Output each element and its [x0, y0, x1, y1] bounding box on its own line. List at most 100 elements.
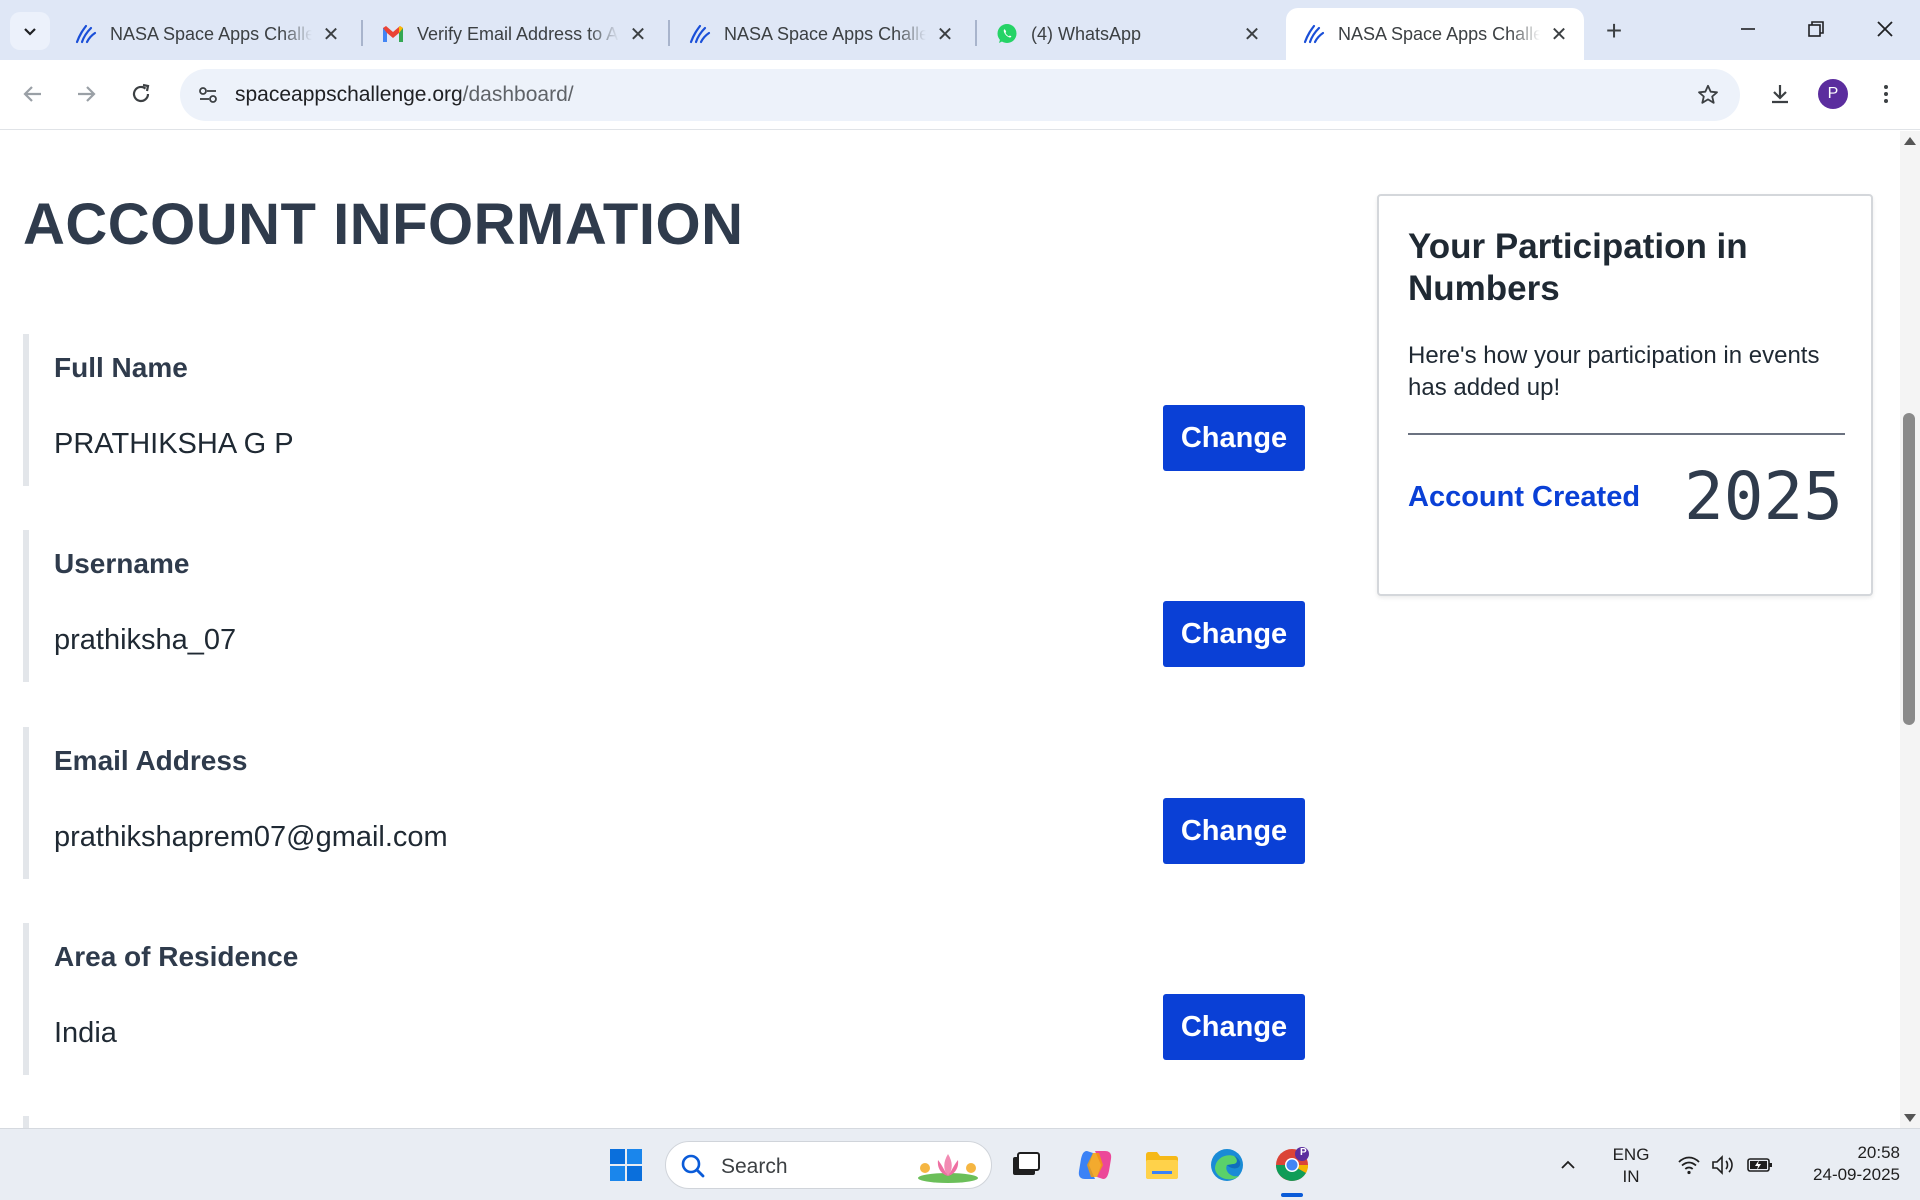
field-label: Full Name	[54, 352, 188, 383]
tab-separator	[668, 20, 670, 46]
restore-icon	[1808, 21, 1824, 37]
field-label: Area of Residence	[54, 941, 299, 972]
change-residence-button[interactable]: Change	[1163, 994, 1305, 1060]
bookmark-star-icon[interactable]	[1694, 81, 1722, 109]
edge-button[interactable]	[1203, 1141, 1251, 1189]
gmail-icon	[381, 22, 405, 46]
account-field-email: Email Address prathikshaprem07@gmail.com…	[23, 727, 1313, 879]
back-button[interactable]	[13, 74, 53, 114]
browser-tab[interactable]: NASA Space Apps Challenge ✕	[672, 8, 970, 60]
url-path: /dashboard/	[462, 83, 574, 106]
tab-title: Verify Email Address to Access	[417, 23, 619, 44]
change-email-button[interactable]: Change	[1163, 798, 1305, 864]
change-username-button[interactable]: Change	[1163, 601, 1305, 667]
start-button[interactable]	[602, 1141, 650, 1189]
site-settings-icon[interactable]	[194, 81, 222, 109]
field-value: PRATHIKSHA G P	[54, 428, 294, 460]
windows-taskbar: Search P ENG IN 20:58 24-09-2025	[0, 1128, 1920, 1200]
speaker-icon	[1712, 1155, 1733, 1175]
scroll-down-arrow-icon[interactable]	[1904, 1114, 1916, 1122]
tab-separator	[975, 20, 977, 46]
tab-title: NASA Space Apps Challenge	[110, 23, 312, 44]
field-value: India	[54, 1017, 117, 1049]
language-code: ENG	[1612, 1145, 1650, 1164]
clock-date: 24-09-2025	[1813, 1165, 1900, 1184]
arrow-right-icon	[78, 86, 96, 102]
browser-toolbar: spaceappschallenge.org/dashboard/ P	[0, 60, 1920, 130]
language-indicator[interactable]: ENG IN	[1603, 1144, 1659, 1188]
language-region: IN	[1622, 1167, 1640, 1186]
reload-button[interactable]	[121, 74, 161, 114]
change-full-name-button[interactable]: Change	[1163, 405, 1305, 471]
copilot-button[interactable]	[1071, 1141, 1119, 1189]
task-view-icon	[1013, 1152, 1040, 1175]
browser-tab[interactable]: (4) WhatsApp ✕	[979, 8, 1277, 60]
reload-icon	[132, 83, 150, 103]
chevron-down-icon	[24, 28, 36, 36]
arrow-left-icon	[23, 86, 41, 102]
taskbar-search[interactable]: Search	[665, 1141, 992, 1189]
url-host: spaceappschallenge.org	[235, 83, 463, 106]
minimize-icon	[1741, 28, 1755, 30]
tab-separator	[361, 20, 363, 46]
task-view-button[interactable]	[1002, 1141, 1050, 1189]
spaceapps-icon	[74, 22, 98, 46]
field-value: prathikshaprem07@gmail.com	[54, 821, 448, 853]
windows-logo-icon	[610, 1149, 642, 1181]
browser-menu-button[interactable]	[1866, 74, 1906, 114]
wifi-status[interactable]	[1672, 1141, 1706, 1189]
volume-status[interactable]	[1707, 1141, 1741, 1189]
search-placeholder: Search	[721, 1155, 788, 1178]
file-explorer-button[interactable]	[1138, 1141, 1186, 1189]
close-tab-icon[interactable]: ✕	[320, 23, 342, 46]
tab-title: (4) WhatsApp	[1031, 23, 1142, 44]
browser-tab[interactable]: NASA Space Apps Challenge ✕	[58, 8, 356, 60]
close-tab-icon[interactable]: ✕	[627, 23, 649, 46]
field-label: Email Address	[54, 745, 248, 776]
participation-card: Your Participation in Numbers Here's how…	[1377, 194, 1873, 596]
close-tab-icon[interactable]: ✕	[1548, 23, 1570, 46]
stat-label: Account Created	[1408, 481, 1641, 513]
avatar: P	[1818, 79, 1848, 109]
tab-title: NASA Space Apps Challenge	[724, 23, 926, 44]
close-icon	[1877, 21, 1893, 37]
restore-button[interactable]	[1783, 0, 1849, 58]
page-content: ACCOUNT INFORMATION Full Name PRATHIKSHA…	[0, 131, 1900, 1128]
show-hidden-icons-button[interactable]	[1550, 1141, 1586, 1189]
download-icon	[1772, 85, 1788, 104]
tab-title: NASA Space Apps Challenge	[1338, 23, 1540, 44]
battery-status[interactable]	[1742, 1141, 1778, 1189]
edge-browser-icon	[1211, 1149, 1243, 1181]
minimize-button[interactable]	[1715, 0, 1781, 58]
tab-search-button[interactable]	[10, 12, 50, 50]
battery-charging-icon	[1747, 1158, 1772, 1172]
card-description: Here's how your participation in events …	[1408, 342, 1820, 401]
search-highlight-art-icon	[913, 1148, 983, 1184]
chrome-profile-badge: P	[1300, 1147, 1307, 1158]
account-field-full-name: Full Name PRATHIKSHA G P Change	[23, 334, 1313, 486]
chrome-button[interactable]: P	[1268, 1141, 1316, 1189]
chevron-up-icon	[1561, 1160, 1575, 1169]
folder-icon	[1146, 1152, 1178, 1179]
spaceapps-icon	[688, 22, 712, 46]
forward-button[interactable]	[66, 74, 106, 114]
browser-tab[interactable]: Verify Email Address to Access ✕	[365, 8, 663, 60]
close-window-button[interactable]	[1852, 0, 1918, 58]
close-tab-icon[interactable]: ✕	[1241, 23, 1263, 46]
scroll-up-arrow-icon[interactable]	[1904, 137, 1916, 145]
card-title: Your Participation in Numbers	[1408, 227, 1748, 308]
page-scrollbar[interactable]	[1900, 131, 1920, 1128]
profile-button[interactable]: P	[1813, 74, 1853, 114]
whatsapp-icon	[995, 22, 1019, 46]
browser-tab-active[interactable]: NASA Space Apps Challenge ✕	[1286, 8, 1584, 60]
card-divider	[1408, 433, 1845, 435]
address-bar[interactable]: spaceappschallenge.org/dashboard/	[180, 69, 1740, 121]
field-label: Username	[54, 548, 190, 579]
close-tab-icon[interactable]: ✕	[934, 23, 956, 46]
clock[interactable]: 20:58 24-09-2025	[1790, 1142, 1900, 1186]
account-field-residence: Area of Residence India Change	[23, 923, 1313, 1075]
downloads-button[interactable]	[1760, 74, 1800, 114]
search-icon	[680, 1153, 706, 1184]
scrollbar-thumb[interactable]	[1903, 413, 1915, 725]
new-tab-button[interactable]: +	[1597, 14, 1631, 48]
